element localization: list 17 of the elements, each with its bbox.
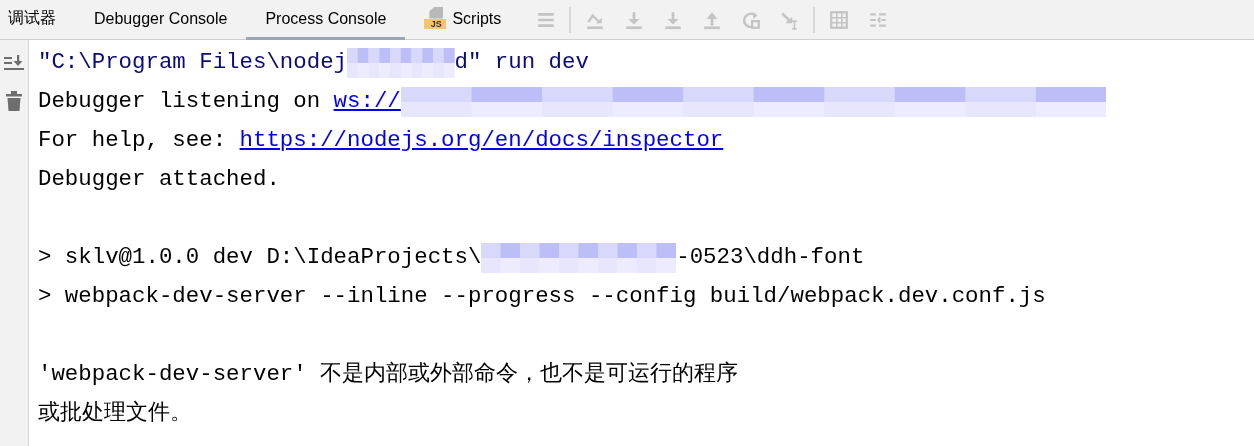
- console-link[interactable]: ws://: [333, 82, 401, 121]
- console-text: "C:\Program Files\nodej: [38, 48, 348, 77]
- console-text: > sklv@1.0.0 dev D:\IdeaProjects\: [38, 243, 482, 272]
- console-text: > webpack-dev-server --inline --progress --config build/webpack.dev.conf.js: [38, 282, 1046, 311]
- tab[interactable]: Debugger Console: [75, 0, 247, 40]
- console-text: 或批处理文件。: [38, 399, 192, 428]
- tab[interactable]: JS Scripts: [405, 0, 521, 40]
- console-text: 'webpack-dev-server' 不是内部或外部命令，也不是可运行的程序: [38, 360, 739, 389]
- console-text: Debugger attached.: [38, 165, 280, 194]
- console-link[interactable]: https://nodejs.org/en/docs/inspector: [239, 121, 724, 160]
- tab[interactable]: 调试器: [0, 0, 75, 40]
- console-text: For help, see:: [38, 126, 228, 155]
- console-text: Debugger listening on: [38, 87, 322, 116]
- trash-button[interactable]: [3, 90, 25, 112]
- console-text: d" run dev: [454, 48, 589, 77]
- console-text: -0523\ddh-font: [676, 243, 865, 272]
- tab[interactable]: Process Console: [246, 0, 406, 40]
